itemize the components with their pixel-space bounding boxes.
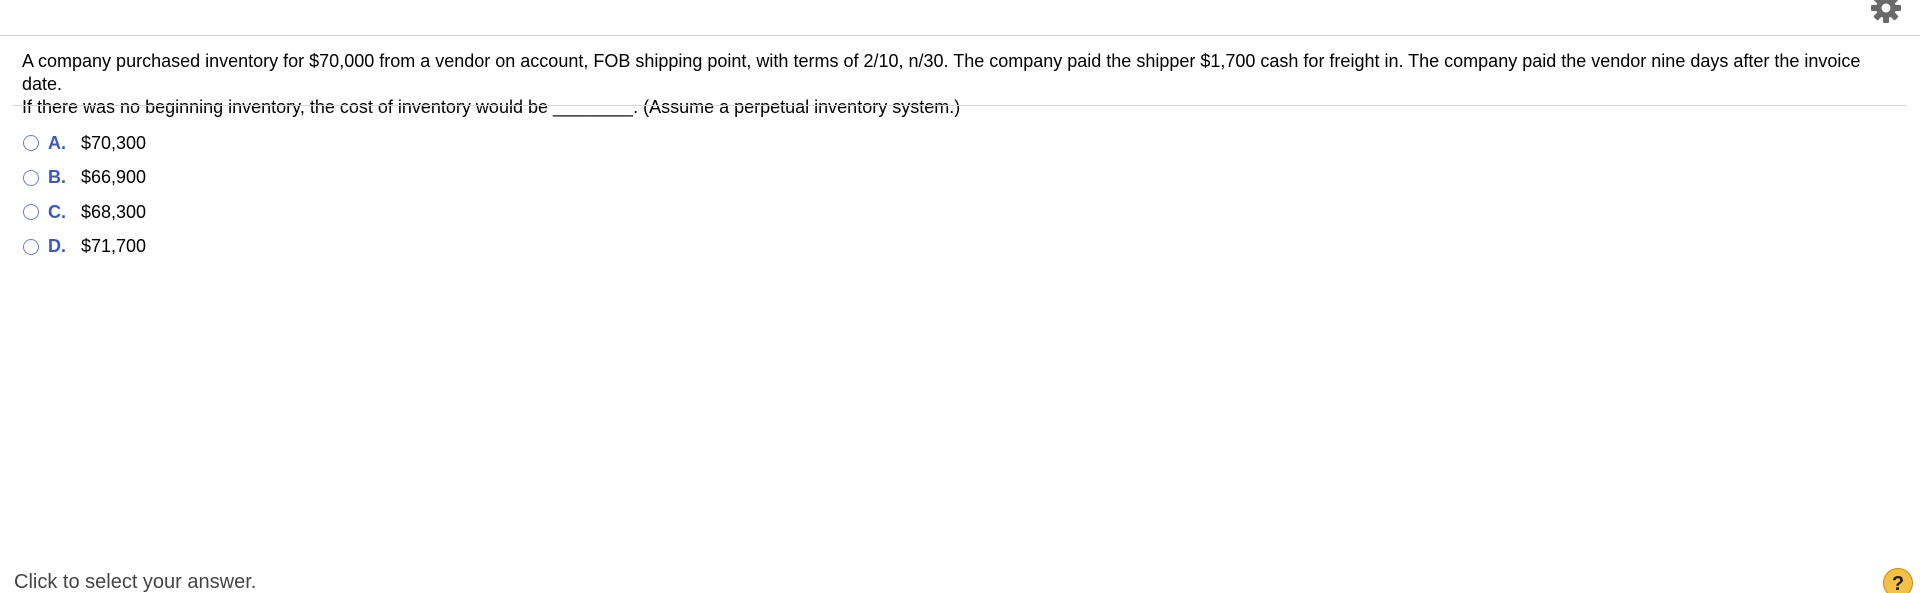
question-line-2: If there was no beginning inventory, the… <box>22 97 961 117</box>
option-letter: A. <box>48 132 66 153</box>
radio-button-a[interactable] <box>23 135 39 152</box>
divider <box>13 105 1906 106</box>
option-value: $68,300 <box>81 201 147 222</box>
radio-button-d[interactable] <box>23 238 39 255</box>
question-page: A company purchased inventory for $70,00… <box>0 0 1920 593</box>
option-value: $66,900 <box>81 167 147 188</box>
option-value: $71,700 <box>81 236 147 257</box>
option-c[interactable]: C. $68,300 <box>23 195 146 230</box>
answer-options: A. $70,300 B. $66,900 C. $68,300 D. $71,… <box>23 126 146 264</box>
option-d[interactable]: D. $71,700 <box>23 230 146 265</box>
option-letter: B. <box>48 167 66 188</box>
option-value: $70,300 <box>81 132 147 153</box>
option-a[interactable]: A. $70,300 <box>23 126 146 161</box>
select-answer-instruction: Click to select your answer. <box>14 571 257 593</box>
option-letter: C. <box>48 201 66 222</box>
gear-icon[interactable] <box>1870 0 1902 24</box>
help-icon[interactable]: ? <box>1883 568 1913 593</box>
radio-button-c[interactable] <box>23 204 39 221</box>
radio-button-b[interactable] <box>23 169 39 186</box>
top-toolbar <box>0 0 1920 36</box>
option-letter: D. <box>48 236 66 257</box>
question-text: A company purchased inventory for $70,00… <box>22 50 1902 119</box>
question-line-1: A company purchased inventory for $70,00… <box>22 51 1861 94</box>
option-b[interactable]: B. $66,900 <box>23 161 146 196</box>
